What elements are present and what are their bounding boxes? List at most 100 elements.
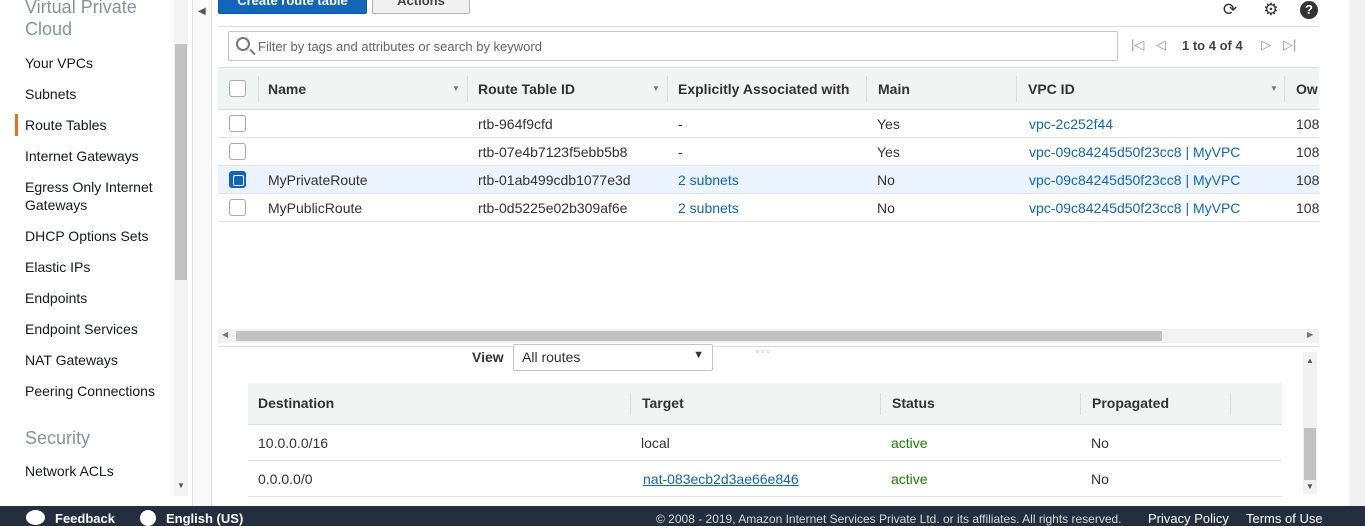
sidebar-item-subnets[interactable]: Subnets — [25, 85, 175, 103]
panel-resize-handle[interactable]: ▫▫▫ — [756, 346, 772, 356]
column-divider — [667, 76, 668, 102]
table-row[interactable]: MyPrivateRoute rtb-01ab499cdb1077e3d 2 s… — [218, 166, 1319, 194]
sidebar-scroll-down-icon[interactable]: ▼ — [176, 481, 186, 491]
next-page-icon[interactable]: ▷ — [1261, 37, 1271, 53]
sort-caret-icon[interactable]: ▼ — [652, 84, 660, 93]
column-header-route-table-id[interactable]: Route Table ID — [478, 81, 575, 97]
sidebar-item-endpoint-services[interactable]: Endpoint Services — [25, 320, 175, 338]
refresh-icon[interactable]: ⟳ — [1220, 0, 1240, 20]
cell-vpc-link[interactable]: vpc-09c84245d50f23cc8 | MyVPC — [1029, 200, 1240, 216]
row-checkbox-checked[interactable] — [229, 171, 246, 188]
actions-button[interactable]: Actions — [372, 0, 470, 14]
sidebar-item-peering-connections[interactable]: Peering Connections — [25, 382, 175, 400]
terms-of-use-link[interactable]: Terms of Use — [1246, 511, 1323, 526]
privacy-policy-link[interactable]: Privacy Policy — [1148, 511, 1229, 526]
cell-associated: - — [678, 144, 683, 160]
cell-associated-link[interactable]: 2 subnets — [678, 200, 739, 216]
cell-status: active — [891, 435, 928, 451]
table-horizontal-scrollbar-thumb[interactable] — [236, 331, 1162, 341]
help-icon[interactable]: ? — [1299, 0, 1319, 19]
sidebar-item-your-vpcs[interactable]: Your VPCs — [25, 54, 175, 72]
column-header-main[interactable]: Main — [878, 81, 910, 97]
scroll-up-icon[interactable]: ▲ — [1306, 356, 1314, 365]
sidebar-item-network-acls[interactable]: Network ACLs — [25, 462, 175, 480]
feedback-link[interactable]: Feedback — [55, 511, 115, 526]
column-header-name[interactable]: Name — [268, 81, 306, 97]
sort-caret-icon[interactable]: ▼ — [452, 84, 460, 93]
column-divider — [467, 76, 468, 102]
cell-target: local — [641, 435, 670, 451]
cell-name: MyPublicRoute — [268, 200, 363, 216]
cell-vpc-link[interactable]: vpc-2c252f44 — [1029, 116, 1113, 132]
sidebar-section-security: Security — [25, 428, 91, 448]
sidebar: Virtual Private Cloud Your VPCs Subnets … — [0, 0, 190, 506]
row-checkbox[interactable] — [229, 199, 246, 216]
column-header-destination[interactable]: Destination — [258, 395, 334, 411]
cell-propagated: No — [1091, 471, 1109, 487]
column-divider — [866, 76, 867, 102]
language-selector[interactable]: English (US) — [166, 511, 243, 526]
table-row[interactable]: rtb-07e4b7123f5ebb5b8 - Yes vpc-09c84245… — [218, 138, 1319, 166]
cell-propagated: No — [1091, 435, 1109, 451]
first-page-icon[interactable]: |◁ — [1131, 37, 1144, 53]
sidebar-item-egress-only-internet-gateways[interactable]: Egress Only Internet Gateways — [25, 178, 165, 214]
cell-vpc-link[interactable]: vpc-09c84245d50f23cc8 | MyVPC — [1029, 172, 1240, 188]
cell-associated-link[interactable]: 2 subnets — [678, 172, 739, 188]
view-select[interactable]: All routes ▼ — [513, 344, 713, 371]
column-header-propagated[interactable]: Propagated — [1092, 395, 1169, 411]
collapse-left-icon: ◀ — [198, 6, 206, 17]
sidebar-scrollbar-thumb[interactable] — [175, 44, 187, 280]
column-divider — [1016, 76, 1017, 102]
last-page-icon[interactable]: ▷| — [1283, 37, 1296, 53]
create-route-table-button[interactable]: Create route table — [218, 0, 367, 14]
routes-vertical-scrollbar-thumb[interactable] — [1304, 428, 1316, 480]
scroll-left-icon[interactable]: ◀ — [222, 330, 228, 339]
prev-page-icon[interactable]: ◁ — [1156, 37, 1166, 53]
column-divider — [258, 76, 259, 102]
cell-main: Yes — [877, 144, 900, 160]
column-header-target[interactable]: Target — [642, 395, 684, 411]
sidebar-collapse-handle[interactable]: ◀ — [192, 0, 212, 506]
row-checkbox[interactable] — [229, 143, 246, 160]
cell-owner: 108 — [1296, 172, 1320, 188]
column-header-explicitly-associated[interactable]: Explicitly Associated with — [678, 81, 849, 97]
sidebar-item-internet-gateways[interactable]: Internet Gateways — [25, 147, 175, 165]
column-divider — [880, 393, 881, 415]
sidebar-item-nat-gateways[interactable]: NAT Gateways — [25, 351, 175, 369]
gear-icon[interactable]: ⚙ — [1261, 0, 1281, 20]
cell-destination: 10.0.0.0/16 — [258, 435, 329, 451]
column-header-status[interactable]: Status — [892, 395, 935, 411]
page-vertical-scrollbar[interactable] — [1349, 0, 1365, 506]
select-all-checkbox[interactable] — [229, 80, 246, 97]
cell-status: active — [891, 471, 928, 487]
table-header: Name ▼ Route Table ID ▼ Explicitly Assoc… — [218, 67, 1319, 110]
feedback-icon — [26, 510, 45, 525]
sort-caret-icon[interactable]: ▼ — [1270, 84, 1278, 93]
cell-main: No — [877, 200, 895, 216]
sidebar-item-route-tables[interactable]: Route Tables — [15, 114, 175, 136]
sidebar-item-endpoints[interactable]: Endpoints — [25, 289, 175, 307]
cell-main: Yes — [877, 116, 900, 132]
view-label: View — [472, 349, 504, 365]
sidebar-item-dhcp-options-sets[interactable]: DHCP Options Sets — [25, 227, 175, 245]
column-header-vpc-id[interactable]: VPC ID — [1028, 81, 1075, 97]
search-input[interactable]: Filter by tags and attributes or search … — [228, 31, 1118, 61]
cell-destination: 0.0.0.0/0 — [258, 471, 313, 487]
row-checkbox[interactable] — [229, 115, 246, 132]
cell-route-table-id: rtb-07e4b7123f5ebb5b8 — [478, 144, 628, 160]
cell-target-link[interactable]: nat-083ecb2d3ae66e846 — [643, 471, 799, 487]
cell-vpc-link[interactable]: vpc-09c84245d50f23cc8 | MyVPC — [1029, 144, 1240, 160]
sidebar-item-elastic-ips[interactable]: Elastic IPs — [25, 258, 175, 276]
scroll-down-icon[interactable]: ▼ — [1306, 482, 1314, 491]
copyright-text: © 2008 - 2019, Amazon Internet Services … — [656, 512, 1122, 526]
cell-owner: 108 — [1296, 144, 1320, 160]
column-divider — [1080, 393, 1081, 415]
scroll-right-icon[interactable]: ▶ — [1307, 330, 1313, 339]
table-row[interactable]: rtb-964f9cfd - Yes vpc-2c252f44 108 — [218, 110, 1319, 138]
table-row[interactable]: MyPublicRoute rtb-0d5225e02b309af6e 2 su… — [218, 194, 1319, 222]
column-divider — [1284, 76, 1285, 102]
globe-icon — [140, 510, 156, 526]
route-row: 0.0.0.0/0 nat-083ecb2d3ae66e846 active N… — [248, 461, 1282, 497]
column-header-owner[interactable]: Ow — [1296, 81, 1318, 97]
chevron-down-icon: ▼ — [693, 349, 704, 361]
